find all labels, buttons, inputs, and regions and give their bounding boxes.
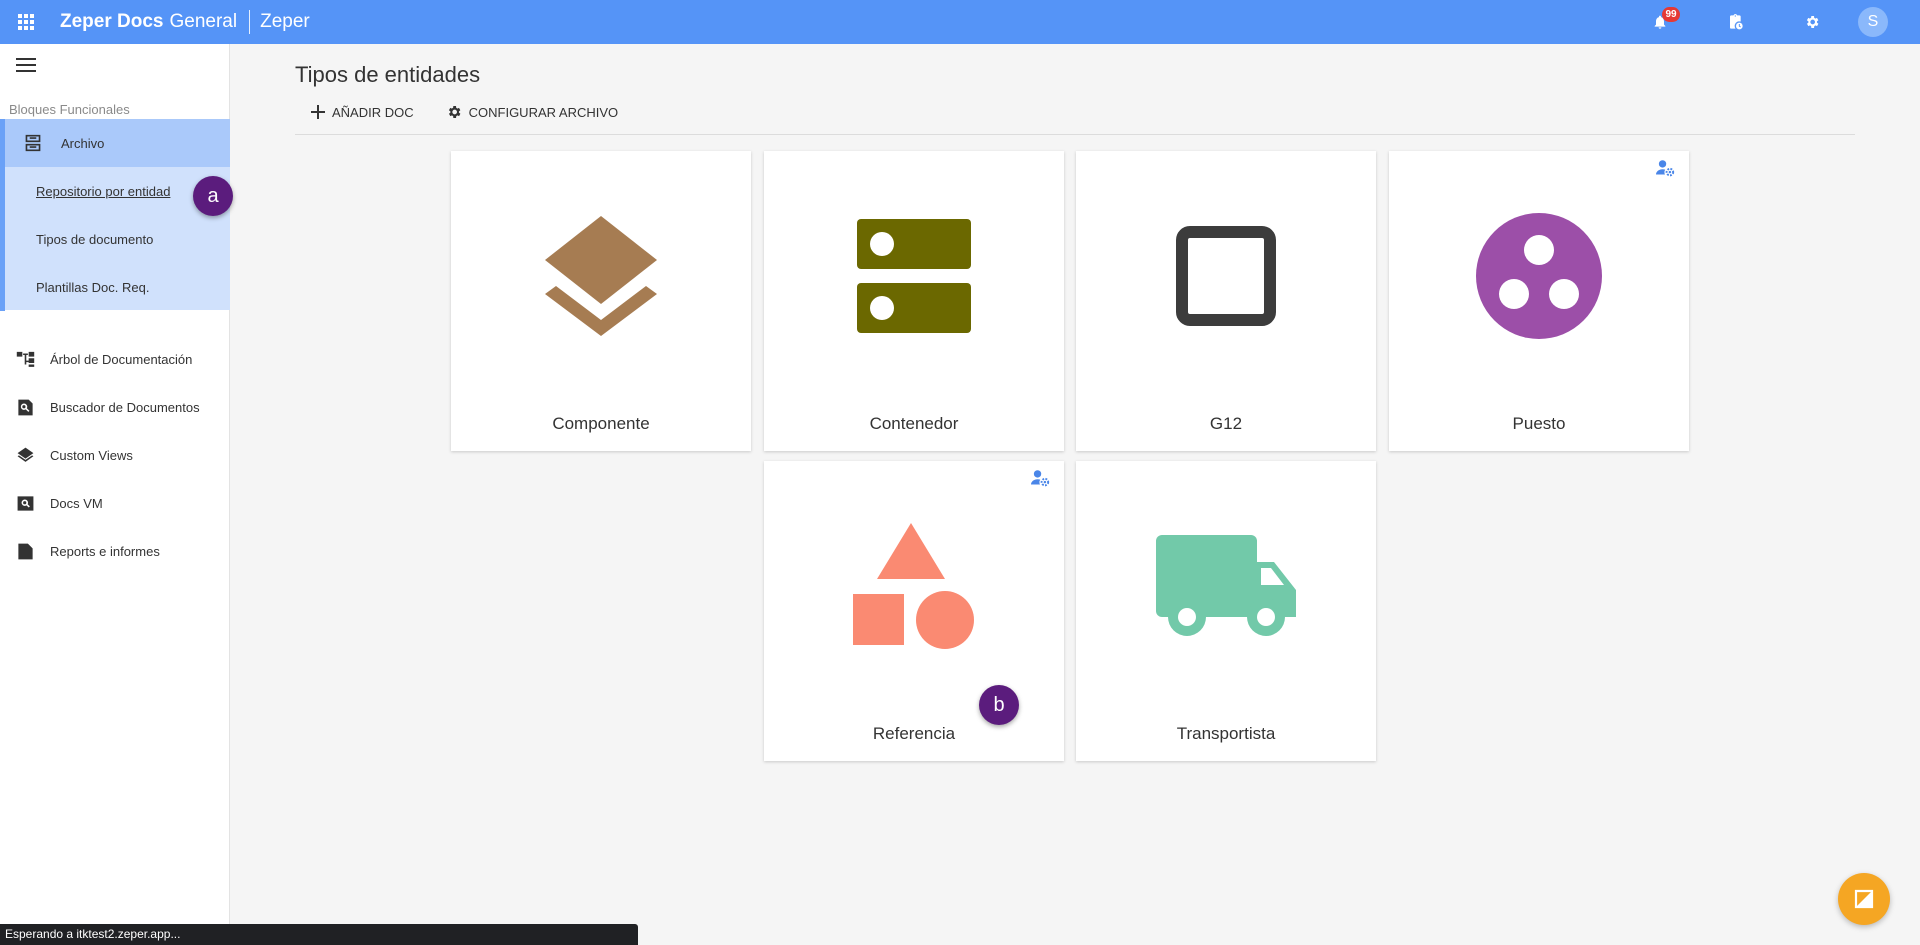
gear-icon — [448, 106, 461, 118]
sidebar-item-archivo[interactable]: Archivo — [0, 119, 230, 167]
support-widget-icon — [1854, 889, 1874, 909]
sidebar: Bloques Funcionales Archivo Repositorio … — [0, 44, 230, 945]
clipboard-clock-icon — [1730, 14, 1743, 30]
sidebar-item-label: Repositorio por entidad — [36, 183, 171, 199]
square-outline-icon — [1176, 226, 1276, 326]
inbox-archive-icon — [25, 134, 41, 152]
entity-card-label: Puesto — [1512, 414, 1566, 433]
admin-settings-icon[interactable] — [1655, 159, 1675, 177]
report-document-icon — [18, 543, 33, 559]
entity-card-label: Contenedor — [869, 414, 959, 433]
apps-launcher-button[interactable] — [0, 0, 52, 44]
settings-button[interactable] — [1774, 0, 1850, 44]
menu-toggle-button[interactable] — [16, 58, 36, 74]
category-shapes-icon — [853, 523, 974, 649]
page-title: Tipos de entidades — [295, 62, 481, 87]
sidebar-section-label: Bloques Funcionales — [9, 102, 130, 117]
sidebar-item-label: Plantillas Doc. Req. — [36, 279, 150, 295]
configure-archive-label: CONFIGURAR ARCHIVO — [468, 104, 619, 120]
entity-card-g12[interactable]: G12 — [1076, 151, 1376, 451]
entity-card-componente[interactable]: Componente — [451, 151, 751, 451]
organization-name: Zeper — [260, 11, 310, 32]
annotation-marker-b: b — [979, 685, 1019, 725]
truck-icon — [1156, 535, 1296, 636]
add-doc-label: AÑADIR DOC — [332, 104, 414, 120]
app-brand[interactable]: Zeper Docs — [60, 11, 163, 33]
user-avatar[interactable]: S — [1858, 7, 1888, 37]
entity-card-contenedor[interactable]: Contenedor — [764, 151, 1064, 451]
top-actions: 99 S — [1622, 0, 1920, 44]
sidebar-item-label: Buscador de Documentos — [50, 399, 200, 415]
tasks-button[interactable] — [1698, 0, 1774, 44]
sidebar-item-label: Docs VM — [50, 495, 103, 511]
notifications-button[interactable]: 99 — [1622, 0, 1698, 44]
layers-icon — [545, 216, 657, 336]
sidebar-item-label: Archivo — [61, 135, 105, 151]
sidebar-group-archivo: Archivo Repositorio por entidad Tipos de… — [0, 119, 230, 311]
entity-card-label: Transportista — [1176, 724, 1276, 743]
configure-archive-button[interactable]: CONFIGURAR ARCHIVO — [430, 100, 635, 124]
entity-card-transportista[interactable]: Transportista — [1076, 461, 1376, 761]
entity-card-label: G12 — [1209, 414, 1243, 433]
annotation-marker-a: a — [193, 176, 233, 216]
hamburger-icon — [16, 58, 36, 60]
notifications-count-badge: 99 — [1662, 7, 1680, 22]
sidebar-item-docs-vm[interactable]: Docs VM — [0, 479, 230, 527]
sidebar-item-arbol-de-documentacion[interactable]: Árbol de Documentación — [0, 335, 230, 383]
sidebar-item-label: Árbol de Documentación — [50, 351, 193, 367]
entity-card-puesto[interactable]: Puesto — [1389, 151, 1689, 451]
workspaces-icon — [1476, 213, 1602, 339]
help-chat-button[interactable] — [1838, 873, 1890, 925]
sidebar-item-label: Reports e informes — [50, 543, 160, 559]
toolbar-divider — [295, 134, 1855, 135]
apps-grid-icon — [18, 14, 34, 30]
entity-card-referencia[interactable]: Referencia — [764, 461, 1064, 761]
sidebar-item-plantillas-doc-req[interactable]: Plantillas Doc. Req. — [0, 263, 230, 311]
plus-icon — [311, 105, 325, 119]
entity-card-label: Referencia — [872, 724, 956, 743]
admin-settings-icon[interactable] — [1030, 469, 1050, 487]
search-box-icon — [17, 495, 34, 511]
tree-icon — [16, 351, 35, 367]
sidebar-item-tipos-de-documento[interactable]: Tipos de documento — [0, 215, 230, 263]
document-search-icon — [18, 399, 33, 415]
sidebar-item-buscador-de-documentos[interactable]: Buscador de Documentos — [0, 383, 230, 431]
main-toolbar: AÑADIR DOC CONFIGURAR ARCHIVO — [295, 100, 634, 124]
gear-icon — [1806, 16, 1819, 28]
layers-icon — [17, 447, 34, 462]
sidebar-item-label: Tipos de documento — [36, 231, 154, 247]
entity-card-label: Componente — [552, 414, 650, 433]
sidebar-item-reports-e-informes[interactable]: Reports e informes — [0, 527, 230, 575]
brand-divider — [249, 10, 251, 34]
storage-icon — [857, 219, 971, 333]
app-brand-subtitle: General — [169, 11, 238, 32]
top-app-bar: Zeper Docs General Zeper 99 S — [0, 0, 1920, 44]
browser-status-bar: Esperando a itktest2.zeper.app... — [0, 924, 638, 945]
add-doc-button[interactable]: AÑADIR DOC — [295, 100, 430, 124]
sidebar-item-custom-views[interactable]: Custom Views — [0, 431, 230, 479]
sidebar-item-label: Custom Views — [50, 447, 133, 463]
